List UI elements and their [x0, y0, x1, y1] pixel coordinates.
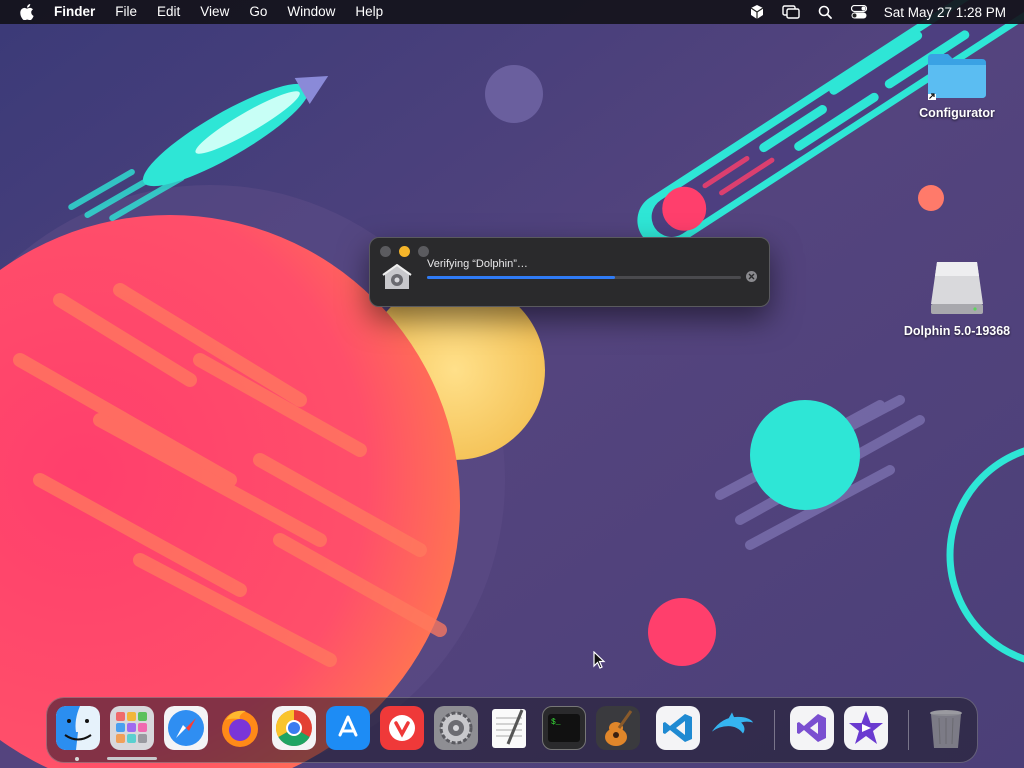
- textedit-icon: [492, 709, 526, 748]
- progress-bar: [427, 276, 741, 279]
- menu-edit[interactable]: Edit: [147, 0, 190, 24]
- dock-terminal[interactable]: $_: [542, 706, 586, 750]
- dock-textedit[interactable]: [488, 706, 532, 750]
- zoom-window-button[interactable]: [418, 246, 429, 257]
- dock: $_: [46, 697, 978, 763]
- vivaldi-icon: [389, 715, 415, 741]
- launchpad-scroll-indicator: [107, 757, 157, 760]
- spotlight-search-icon[interactable]: [808, 0, 842, 24]
- chrome-icon: [272, 706, 316, 750]
- progress-bar-fill: [427, 276, 616, 279]
- system-preferences-icon: [439, 711, 473, 745]
- menu-window[interactable]: Window: [277, 0, 345, 24]
- dock-system-preferences[interactable]: [434, 706, 478, 750]
- dock-garageband[interactable]: [596, 706, 640, 750]
- menu-app-finder[interactable]: Finder: [54, 0, 105, 24]
- close-icon: [748, 273, 755, 280]
- dock-firefox[interactable]: [218, 706, 262, 750]
- garageband-icon: [605, 710, 633, 746]
- cancel-verify-button[interactable]: [746, 271, 757, 282]
- menu-view[interactable]: View: [190, 0, 239, 24]
- desktop-icon-dolphin-dmg[interactable]: Dolphin 5.0-19368: [897, 260, 1017, 338]
- imovie-icon: [849, 711, 883, 744]
- dock-app-store[interactable]: [326, 706, 370, 750]
- dock-dolphin[interactable]: [710, 706, 754, 750]
- menu-help[interactable]: Help: [345, 0, 393, 24]
- accessibility-cube-icon[interactable]: [740, 0, 774, 24]
- dock-chrome[interactable]: [272, 706, 316, 750]
- menu-bar: Finder File Edit View Go Window Help Sat…: [0, 0, 1024, 24]
- firefox-icon: [222, 710, 258, 747]
- dock-separator: [774, 710, 775, 750]
- visual-studio-icon: [797, 714, 826, 742]
- dock-launchpad[interactable]: [110, 706, 154, 750]
- desktop-icon-label: Dolphin 5.0-19368: [903, 324, 1011, 338]
- minimize-window-button[interactable]: [399, 246, 410, 257]
- dock-safari[interactable]: [164, 706, 208, 750]
- dock-visual-studio[interactable]: [790, 706, 834, 750]
- trash-icon: [930, 710, 962, 748]
- launchpad-icon: [116, 712, 147, 743]
- disk-image-icon: [931, 262, 983, 314]
- verify-progress-window: Verifying “Dolphin”…: [369, 237, 770, 307]
- safari-icon: [164, 706, 208, 750]
- close-window-button[interactable]: [380, 246, 391, 257]
- folder-alias-icon: [928, 54, 986, 100]
- terminal-icon: $_: [548, 714, 580, 742]
- hard-disk-icon: [382, 263, 412, 297]
- dolphin-icon: [711, 712, 754, 734]
- dock-imovie[interactable]: [844, 706, 888, 750]
- app-store-icon: [338, 715, 358, 737]
- dock-vivaldi[interactable]: [380, 706, 424, 750]
- vscode-icon: [663, 714, 692, 742]
- desktop-wallpaper: [0, 0, 1024, 768]
- finder-running-indicator: [75, 757, 79, 761]
- menu-bar-clock[interactable]: Sat May 27 1:28 PM: [884, 5, 1006, 20]
- dock-trash[interactable]: [924, 706, 968, 750]
- control-center-icon[interactable]: [842, 0, 876, 24]
- finder-icon: [56, 706, 100, 750]
- svg-text:$_: $_: [551, 718, 561, 727]
- verify-status-text: Verifying “Dolphin”…: [427, 258, 528, 270]
- desktop-icon-configurator[interactable]: Configurator: [912, 50, 1002, 120]
- menu-go[interactable]: Go: [239, 0, 277, 24]
- dock-separator: [908, 710, 909, 750]
- dock-finder[interactable]: [56, 706, 100, 750]
- screen-mirroring-icon[interactable]: [774, 0, 808, 24]
- menu-file[interactable]: File: [105, 0, 147, 24]
- apple-menu-icon[interactable]: [0, 4, 54, 20]
- desktop-icon-label: Configurator: [919, 106, 995, 120]
- mouse-cursor-icon: [593, 651, 606, 669]
- dock-vscode[interactable]: [656, 706, 700, 750]
